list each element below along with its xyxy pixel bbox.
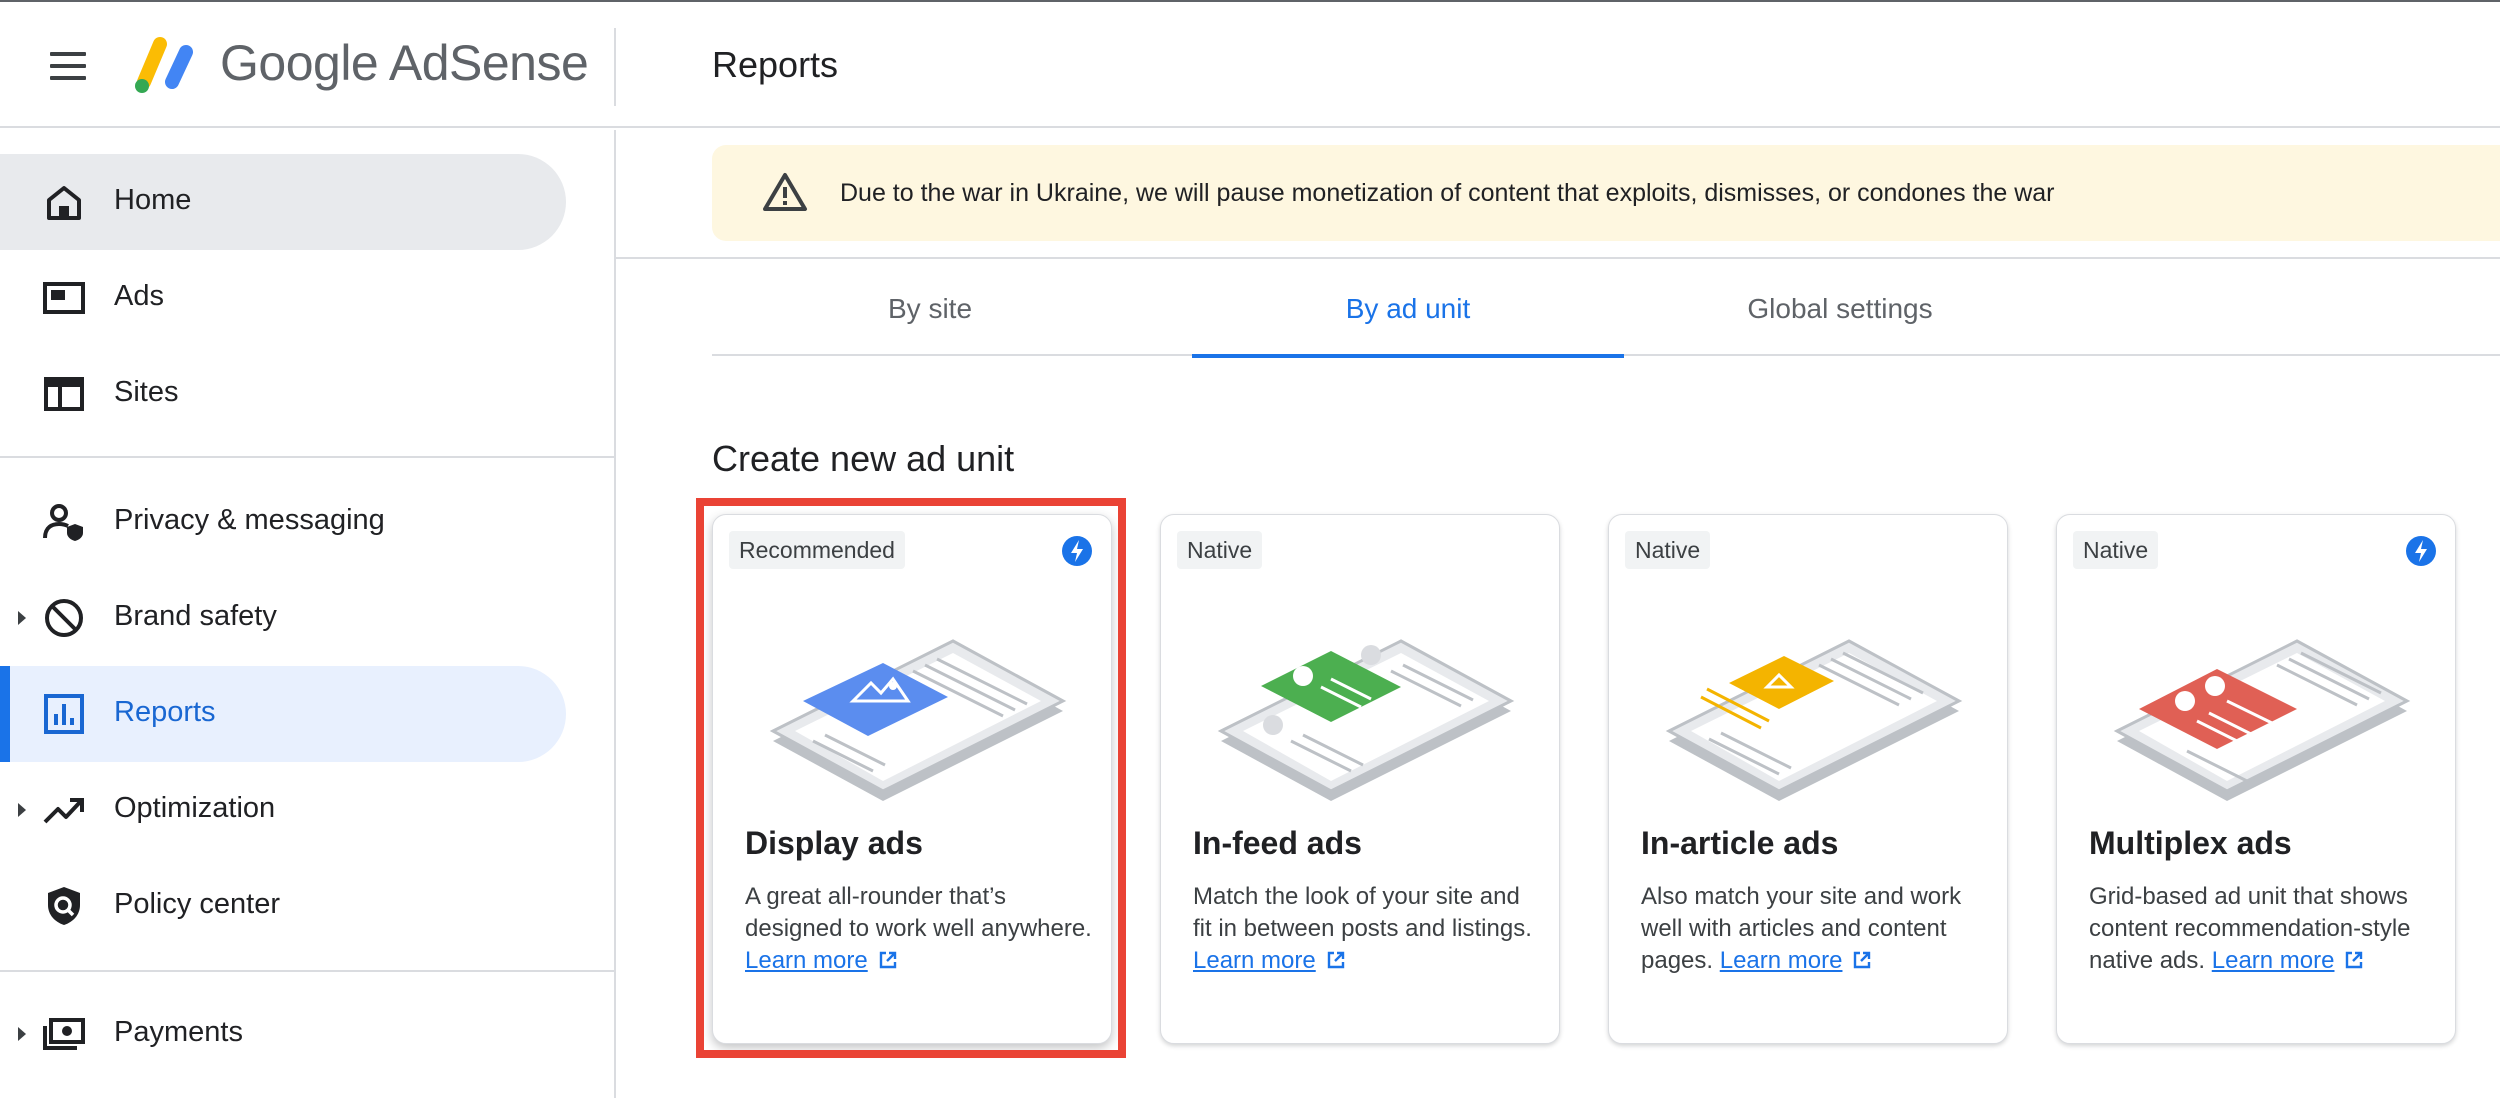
- block-icon: [45, 599, 83, 637]
- trending-up-icon: [43, 798, 84, 824]
- external-link-icon[interactable]: [1326, 950, 1346, 970]
- sidebar-item-label: Payments: [114, 1016, 243, 1048]
- card-description-text: Match the look of your site and fit in b…: [1193, 883, 1532, 942]
- sidebar-item-policy-center[interactable]: Policy center: [0, 858, 566, 954]
- expand-caret-icon[interactable]: [18, 1027, 26, 1041]
- sidebar: Home Ads Sites Privacy & messaging Brand…: [0, 130, 616, 1098]
- external-link-icon[interactable]: [2344, 950, 2364, 970]
- sidebar-item-label: Ads: [114, 280, 164, 312]
- card-description: Grid-based ad unit that shows content re…: [2089, 881, 2439, 977]
- warning-icon: [763, 173, 807, 211]
- sidebar-item-label: Privacy & messaging: [114, 504, 385, 536]
- card-title: In-feed ads: [1193, 825, 1362, 861]
- reports-icon: [44, 694, 84, 734]
- policy-shield-icon: [48, 887, 80, 925]
- brand-name: Google AdSense: [220, 35, 589, 91]
- adsense-logo-icon: [135, 37, 193, 93]
- card-title: In-article ads: [1641, 825, 1839, 861]
- multiplex-ads-illustration: [2113, 639, 2411, 801]
- sidebar-item-label: Policy center: [114, 888, 281, 920]
- main-menu-button[interactable]: [44, 42, 92, 90]
- sidebar-item-home[interactable]: Home: [0, 154, 566, 250]
- ad-unit-card-in-feed[interactable]: Native In-feed ads Match the look of you…: [1160, 514, 1560, 1044]
- sidebar-item-payments[interactable]: Payments: [0, 986, 566, 1082]
- sidebar-item-label: Sites: [114, 376, 179, 408]
- home-icon: [47, 186, 81, 220]
- sidebar-item-label: Home: [114, 184, 192, 216]
- tab-bar: By site By ad unit Global settings: [712, 276, 2500, 358]
- ad-unit-card-in-article[interactable]: Native In-article ads Also match your si…: [1608, 514, 2008, 1044]
- learn-more-link[interactable]: Learn more: [2212, 947, 2335, 974]
- header-divider: [614, 28, 616, 106]
- sidebar-item-label: Optimization: [114, 792, 276, 824]
- privacy-icon: [43, 504, 83, 541]
- learn-more-link[interactable]: Learn more: [1193, 947, 1316, 974]
- card-description: Match the look of your site and fit in b…: [1193, 881, 1543, 977]
- sidebar-item-privacy-messaging[interactable]: Privacy & messaging: [0, 474, 566, 570]
- ad-unit-card-multiplex[interactable]: Native Multiplex ads Grid-based ad unit …: [2056, 514, 2456, 1044]
- ads-icon: [43, 282, 85, 314]
- card-badge: Native: [1177, 531, 1263, 569]
- in-feed-ads-illustration: [1217, 639, 1515, 801]
- page-title: Reports: [712, 44, 839, 85]
- sidebar-item-sites[interactable]: Sites: [0, 346, 566, 442]
- learn-more-link[interactable]: Learn more: [1720, 947, 1843, 974]
- sidebar-item-ads[interactable]: Ads: [0, 250, 566, 346]
- card-badge: Native: [2073, 531, 2159, 569]
- main-divider: [616, 257, 2500, 259]
- notice-banner: Due to the war in Ukraine, we will pause…: [712, 145, 2500, 241]
- expand-caret-icon[interactable]: [18, 611, 26, 625]
- card-description: Also match your site and work well with …: [1641, 881, 1991, 977]
- lightning-bolt-icon: [2406, 536, 2436, 566]
- sidebar-item-label: Reports: [114, 696, 216, 728]
- app-header: Google AdSense Reports: [0, 2, 2500, 128]
- sidebar-item-reports[interactable]: Reports: [0, 666, 566, 762]
- banner-text: Due to the war in Ukraine, we will pause…: [840, 179, 2055, 207]
- sidebar-item-optimization[interactable]: Optimization: [0, 762, 566, 858]
- external-link-icon[interactable]: [1852, 950, 1872, 970]
- sidebar-divider: [0, 970, 614, 972]
- section-title: Create new ad unit: [712, 438, 1015, 479]
- card-badge: Native: [1625, 531, 1711, 569]
- tab-by-ad-unit[interactable]: By ad unit: [1192, 276, 1624, 358]
- sites-icon: [44, 377, 84, 411]
- expand-caret-icon[interactable]: [18, 803, 26, 817]
- selection-highlight: [696, 498, 1126, 1058]
- payments-icon: [43, 1018, 85, 1050]
- in-article-ads-illustration: [1665, 639, 1963, 801]
- sidebar-item-brand-safety[interactable]: Brand safety: [0, 570, 566, 666]
- card-title: Multiplex ads: [2089, 825, 2292, 861]
- sidebar-divider: [0, 456, 614, 458]
- tab-global-settings[interactable]: Global settings: [1624, 276, 2056, 356]
- tab-by-site[interactable]: By site: [712, 276, 1148, 356]
- sidebar-item-label: Brand safety: [114, 600, 277, 632]
